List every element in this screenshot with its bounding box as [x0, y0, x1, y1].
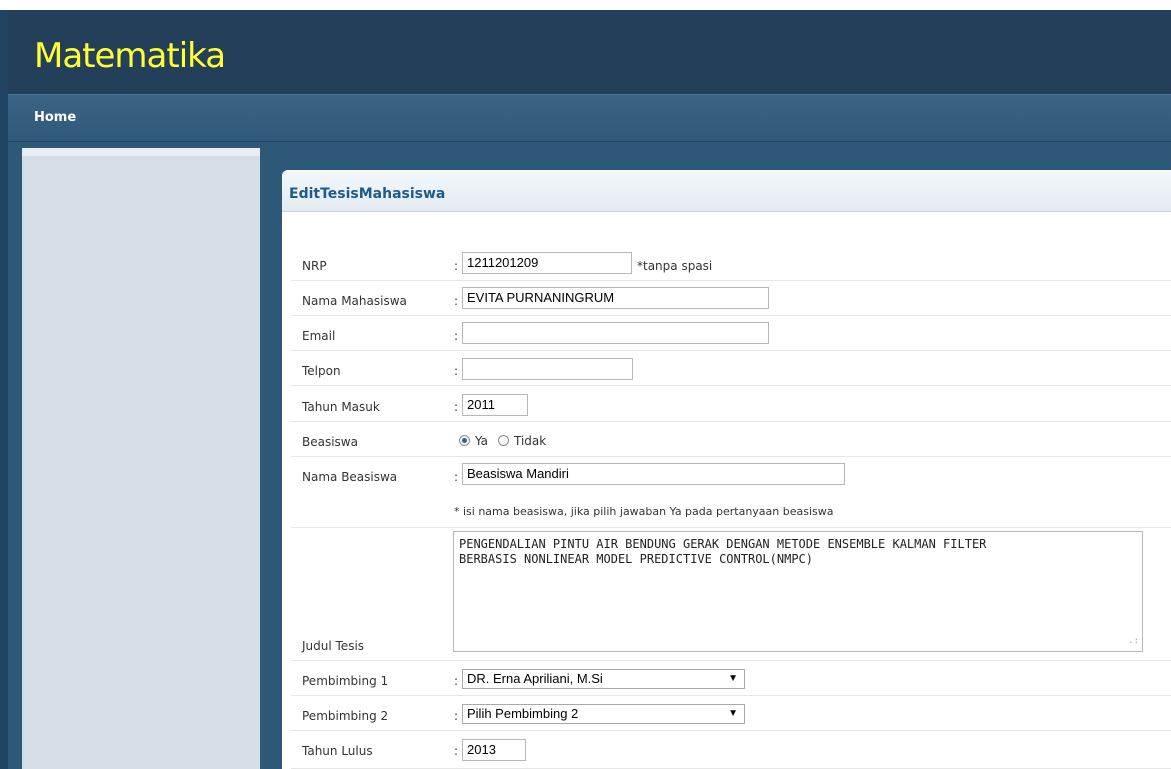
pembimbing-1-value: DR. Erna Apriliani, M.Si: [467, 671, 603, 686]
beasiswa-tidak-label[interactable]: Tidak: [514, 434, 546, 448]
beasiswa-ya-label[interactable]: Ya: [475, 434, 488, 448]
telpon-input[interactable]: [462, 358, 633, 380]
colon: :: [454, 744, 459, 758]
panel-title: EditTesisMahasiswa: [289, 186, 446, 202]
tahun-lulus-input[interactable]: 2013: [462, 739, 526, 761]
row-beasiswa: Beasiswa Ya Tidak: [291, 422, 1171, 457]
panel-header: EditTesisMahasiswa: [282, 170, 1171, 212]
row-tahun-masuk: Tahun Masuk : 2011: [291, 386, 1171, 422]
chevron-down-icon: ▼: [728, 708, 738, 719]
nav-bar: Home: [8, 94, 1171, 142]
nama-beasiswa-input[interactable]: Beasiswa Mandiri: [462, 463, 845, 485]
row-pembimbing-2: Pembimbing 2 : Pilih Pembimbing 2 ▼: [291, 696, 1171, 731]
nav-home-link[interactable]: Home: [34, 110, 76, 125]
nrp-hint: *tanpa spasi: [637, 259, 713, 273]
row-tahun-lulus: Tahun Lulus : 2013: [291, 731, 1171, 769]
resize-handle-icon[interactable]: .:: [1128, 634, 1139, 649]
pembimbing-2-select[interactable]: Pilih Pembimbing 2 ▼: [462, 704, 745, 724]
edit-form-panel: EditTesisMahasiswa NRP : 1211201209 *tan…: [282, 170, 1171, 769]
nama-beasiswa-label: Nama Beasiswa: [302, 470, 398, 484]
colon: :: [454, 400, 459, 414]
colon: :: [454, 259, 459, 273]
judul-tesis-textarea[interactable]: PENGENDALIAN PINTU AIR BENDUNG GERAK DEN…: [453, 531, 1143, 652]
nama-mahasiswa-label: Nama Mahasiswa: [302, 294, 407, 308]
email-input[interactable]: [462, 322, 769, 344]
colon: :: [454, 709, 459, 723]
row-pembimbing-1: Pembimbing 1 : DR. Erna Apriliani, M.Si …: [291, 661, 1171, 696]
beasiswa-label: Beasiswa: [302, 435, 358, 449]
telpon-label: Telpon: [302, 364, 341, 378]
colon: :: [454, 294, 459, 308]
nama-mahasiswa-input[interactable]: EVITA PURNANINGRUM: [462, 287, 769, 309]
left-border: [0, 10, 8, 769]
pembimbing-2-value: Pilih Pembimbing 2: [467, 706, 579, 721]
pembimbing-2-label: Pembimbing 2: [302, 709, 389, 723]
pembimbing-1-select[interactable]: DR. Erna Apriliani, M.Si ▼: [462, 669, 745, 689]
beasiswa-tidak-radio[interactable]: [498, 435, 509, 446]
tahun-masuk-input[interactable]: 2011: [462, 394, 528, 416]
row-telpon: Telpon :: [291, 351, 1171, 386]
colon: :: [454, 470, 459, 484]
colon: :: [454, 329, 459, 343]
beasiswa-ya-radio[interactable]: [459, 435, 470, 446]
site-header: Matematika: [8, 10, 1171, 94]
chevron-down-icon: ▼: [728, 673, 738, 684]
sidebar: [22, 148, 260, 769]
colon: :: [454, 674, 459, 688]
tahun-masuk-label: Tahun Masuk: [302, 400, 380, 414]
row-nama-mahasiswa: Nama Mahasiswa : EVITA PURNANINGRUM: [291, 281, 1171, 316]
email-label: Email: [302, 329, 336, 343]
top-strip: [0, 0, 1171, 10]
colon: :: [454, 364, 459, 378]
row-nrp: NRP : 1211201209 *tanpa spasi: [291, 246, 1171, 281]
nama-beasiswa-note: * isi nama beasiswa, jika pilih jawaban …: [454, 505, 834, 518]
judul-tesis-label: Judul Tesis: [302, 639, 365, 653]
judul-tesis-text: PENGENDALIAN PINTU AIR BENDUNG GERAK DEN…: [459, 537, 987, 566]
site-logo[interactable]: Matematika: [34, 36, 226, 76]
pembimbing-1-label: Pembimbing 1: [302, 674, 389, 688]
nrp-label: NRP: [302, 259, 327, 273]
row-email: Email :: [291, 316, 1171, 351]
tahun-lulus-label: Tahun Lulus: [302, 744, 373, 758]
row-nama-beasiswa: Nama Beasiswa : Beasiswa Mandiri * isi n…: [291, 457, 1171, 528]
nrp-input[interactable]: 1211201209: [462, 252, 632, 274]
